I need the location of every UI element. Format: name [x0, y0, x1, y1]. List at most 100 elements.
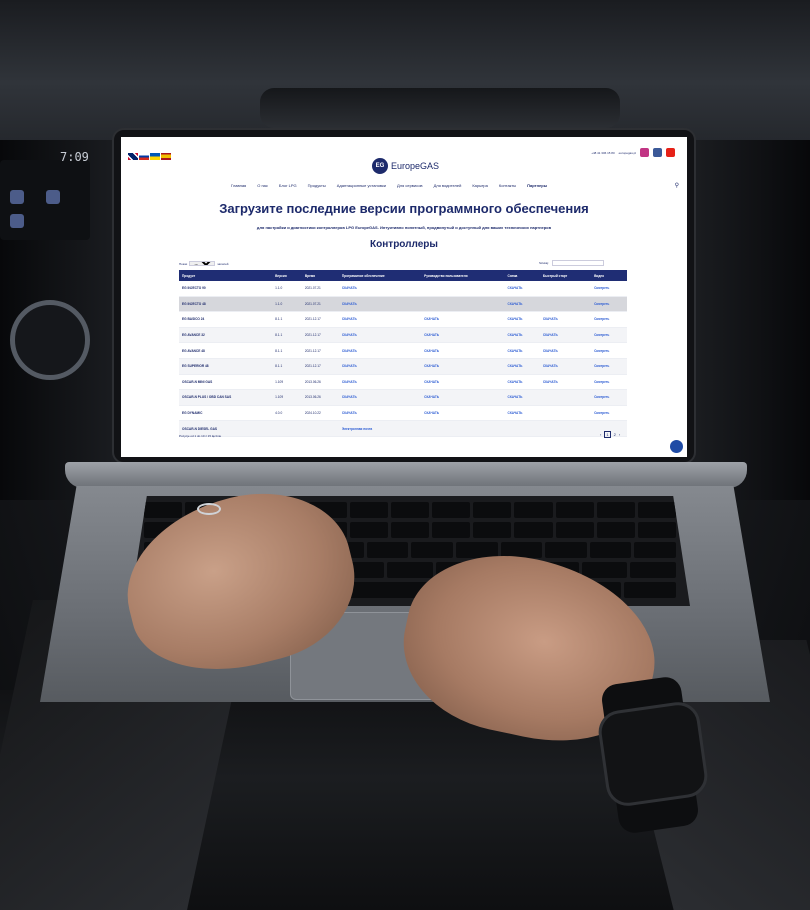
download-link[interactable]: Смотреть [591, 405, 627, 422]
download-link[interactable]: СКАЧАТЬ [421, 405, 505, 422]
contact-phone[interactable]: +48 41 306 15 80 [591, 151, 614, 155]
nav-item[interactable]: Продукты [308, 183, 326, 188]
download-link[interactable]: СКАЧАТЬ [539, 342, 592, 359]
download-link [539, 296, 592, 313]
dashboard-vent [260, 88, 620, 128]
download-link[interactable]: СКАЧАТЬ [539, 358, 592, 375]
download-link[interactable]: Смотреть [591, 327, 627, 344]
nav-item[interactable]: Главная [231, 183, 246, 188]
car-screen-button [10, 214, 24, 228]
download-link[interactable]: Смотреть [591, 311, 627, 328]
flag-es-icon[interactable] [161, 153, 171, 160]
product-name[interactable]: EG SUPERIOR 48 [179, 358, 273, 375]
download-link[interactable]: СКАЧАТЬ [421, 374, 505, 391]
download-link[interactable]: СКАЧАТЬ [504, 342, 540, 359]
download-link[interactable]: СКАЧАТЬ [421, 327, 505, 344]
download-link[interactable]: СКАЧАТЬ [421, 358, 505, 375]
facebook-icon[interactable] [653, 148, 662, 157]
download-link[interactable]: Смотреть [591, 342, 627, 359]
pager-page-current[interactable]: 1 [604, 431, 611, 438]
download-link[interactable]: СКАЧАТЬ [338, 374, 422, 391]
download-link[interactable]: СКАЧАТЬ [504, 358, 540, 375]
download-link[interactable]: СКАЧАТЬ [338, 358, 422, 375]
download-link[interactable]: СКАЧАТЬ [504, 281, 540, 297]
download-link[interactable]: СКАЧАТЬ [539, 374, 592, 391]
column-header[interactable]: Версия [272, 270, 302, 281]
table-row: EG BASICO 24 8.1.1 2021.12.17 СКАЧАТЬ СКАЧАТ… [179, 311, 627, 328]
table-cell: 2021.12.17 [301, 311, 339, 328]
nav-item[interactable]: Для водителей [434, 183, 462, 188]
flag-ru-icon[interactable] [139, 153, 149, 160]
download-link[interactable]: Смотреть [591, 374, 627, 391]
download-link[interactable]: Смотреть [591, 358, 627, 375]
chat-icon[interactable] [670, 440, 683, 453]
download-link[interactable]: СКАЧАТЬ [504, 327, 540, 344]
product-name[interactable]: EG INJECTO 48 [179, 296, 273, 313]
nav-item[interactable]: Контакты [499, 183, 516, 188]
download-link[interactable]: СКАЧАТЬ [421, 389, 505, 406]
youtube-icon[interactable] [666, 148, 675, 157]
download-link[interactable]: Смотреть [591, 281, 627, 297]
product-name[interactable]: EG AVANCE 32 [179, 327, 273, 344]
download-link[interactable]: СКАЧАТЬ [421, 311, 505, 328]
column-header[interactable]: Программное обеспечение [338, 270, 422, 281]
nav-item[interactable]: О нас [257, 183, 268, 188]
download-link[interactable]: СКАЧАТЬ [338, 405, 422, 422]
table-cell [301, 420, 339, 437]
pager-page[interactable]: 2 [614, 432, 616, 437]
nav-item[interactable]: Блог LPG [279, 183, 297, 188]
download-link[interactable]: СКАЧАТЬ [504, 296, 540, 313]
table-cell: 2021.07.21 [301, 296, 339, 313]
site-logo[interactable]: EG EuropeGAS [372, 158, 439, 174]
nav-item[interactable]: Адаптационные установки [337, 183, 386, 188]
table-cell: 1.1.0 [272, 296, 302, 313]
download-link[interactable]: СКАЧАТЬ [539, 327, 592, 344]
show-label: Показ [179, 261, 188, 266]
product-name[interactable]: EG BASICO 24 [179, 311, 273, 328]
download-link[interactable]: СКАЧАТЬ [338, 296, 422, 313]
flag-en-icon[interactable] [128, 153, 138, 160]
download-link[interactable]: Смотреть [591, 296, 627, 313]
download-link[interactable]: СКАЧАТЬ [504, 405, 540, 422]
download-link[interactable]: Электронная почта [338, 420, 422, 437]
download-link[interactable]: СКАЧАТЬ [504, 311, 540, 328]
search-icon[interactable]: ⚲ [675, 182, 679, 189]
column-header[interactable]: Продукт [179, 270, 273, 281]
column-header[interactable]: Руководство пользователя [421, 270, 505, 281]
table-row: EG INJECTO 48 1.1.0 2021.07.21 СКАЧАТЬ СКАЧА… [179, 296, 627, 313]
column-header[interactable]: Время [301, 270, 339, 281]
download-link[interactable]: СКАЧАТЬ [338, 327, 422, 344]
download-link[interactable]: СКАЧАТЬ [421, 342, 505, 359]
download-link [421, 420, 505, 437]
product-name[interactable]: EG AVANCE 48 [179, 342, 273, 359]
column-header[interactable]: Быстрый старт [539, 270, 592, 281]
download-link[interactable]: СКАЧАТЬ [504, 389, 540, 406]
column-header[interactable]: Схема [504, 270, 540, 281]
pager-prev[interactable]: ‹ [600, 432, 601, 437]
page-subtitle: для настройки и диагностики контроллеров… [256, 225, 552, 230]
download-link[interactable]: СКАЧАТЬ [338, 389, 422, 406]
pager-next[interactable]: › [619, 432, 620, 437]
download-link[interactable]: СКАЧАТЬ [539, 311, 592, 328]
product-name[interactable]: OSCAR-N PLUS / OBD CAN SAS [179, 389, 273, 406]
contact-email[interactable]: europegas.pl [619, 151, 636, 155]
search-input[interactable] [551, 260, 604, 266]
laptop-hinge [65, 462, 747, 488]
column-header[interactable]: Видео [591, 270, 627, 281]
download-link[interactable]: СКАЧАТЬ [504, 374, 540, 391]
download-link[interactable]: СКАЧАТЬ [338, 281, 422, 297]
download-link[interactable]: СКАЧАТЬ [338, 311, 422, 328]
download-link [504, 420, 540, 437]
page-length-select[interactable]: 10 [189, 261, 216, 266]
flag-ua-icon[interactable] [150, 153, 160, 160]
instagram-icon[interactable] [640, 148, 649, 157]
nav-item[interactable]: Для сервисов [397, 183, 423, 188]
product-name[interactable]: OSCAR-N MINI GAS [179, 374, 273, 391]
download-link[interactable]: СКАЧАТЬ [338, 342, 422, 359]
nav-item-active[interactable]: Партнеры [527, 183, 547, 188]
nav-item[interactable]: Карьера [472, 183, 488, 188]
download-link[interactable]: Смотреть [591, 389, 627, 406]
product-name[interactable]: EG DYNAMIC [179, 405, 273, 422]
show-suffix: записей [217, 261, 229, 266]
product-name[interactable]: EG INJECTO 90 [179, 281, 273, 297]
